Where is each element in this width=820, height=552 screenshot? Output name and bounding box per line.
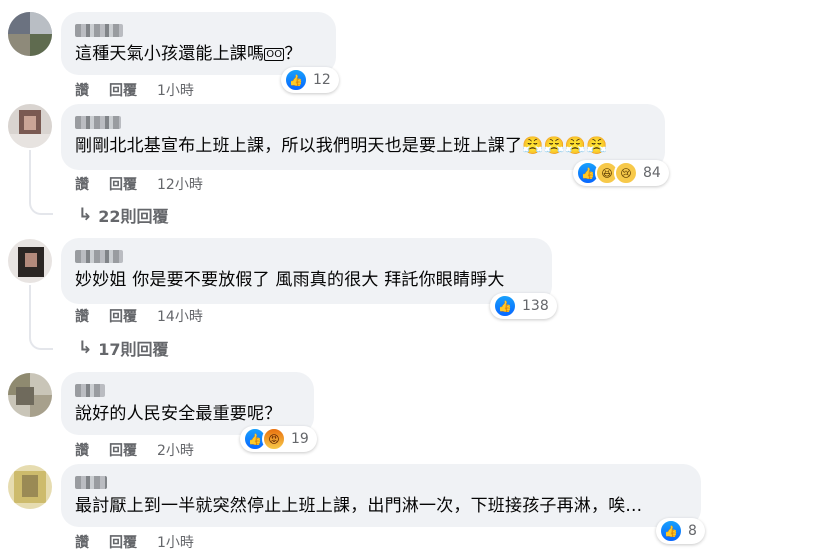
reactions-summary[interactable]: 👍 8 xyxy=(656,518,705,544)
avatar[interactable] xyxy=(8,465,52,509)
like-reaction-icon: 👍 xyxy=(659,519,683,543)
reply-button[interactable]: 回覆 xyxy=(109,532,137,552)
timestamp[interactable]: 1小時 xyxy=(157,532,194,552)
comment-text: 最討厭上到一半就突然停止上班上課，出門淋一次，下班接孩子再淋，唉... xyxy=(75,496,643,516)
reaction-count: 8 xyxy=(688,523,697,539)
commenter-name-blurred[interactable] xyxy=(75,476,107,489)
comment-bubble: 最討厭上到一半就突然停止上班上課，出門淋一次，下班接孩子再淋，唉... xyxy=(61,464,701,527)
like-button[interactable]: 讚 xyxy=(75,532,89,552)
comment-actions: 讚 回覆 1小時 xyxy=(75,532,194,552)
comment-5: 最討厭上到一半就突然停止上班上課，出門淋一次，下班接孩子再淋，唉... 👍 8 … xyxy=(0,0,820,551)
